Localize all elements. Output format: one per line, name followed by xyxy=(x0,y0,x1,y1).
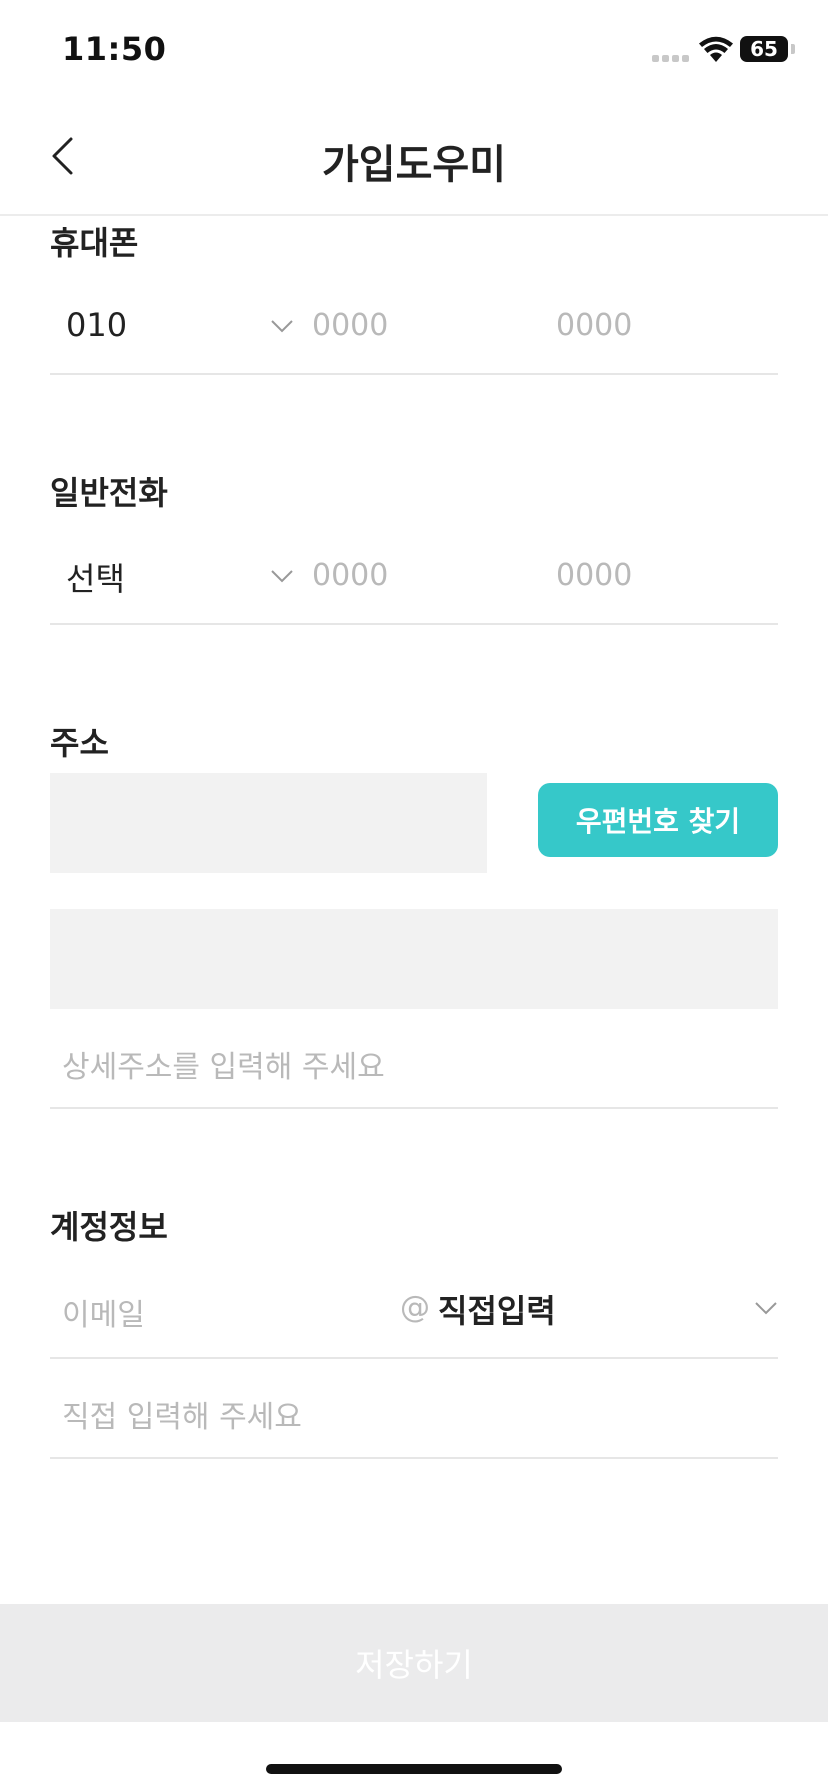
battery-cap xyxy=(791,44,795,54)
mobile-prefix-select[interactable]: 010 xyxy=(66,306,127,344)
battery-icon: 65 xyxy=(740,36,788,62)
email-input[interactable]: 이메일 xyxy=(62,1290,145,1334)
mobile-label: 휴대폰 xyxy=(50,224,139,262)
chevron-down-icon xyxy=(271,320,293,333)
cellular-signal-icon xyxy=(652,52,690,64)
email-domain-input[interactable]: 직접 입력해 주세요 xyxy=(62,1392,302,1436)
divider xyxy=(50,373,778,375)
status-bar: 11:50 65 xyxy=(0,0,828,100)
landline-middle-input[interactable]: 0000 xyxy=(312,558,388,593)
divider xyxy=(50,1107,778,1109)
account-info-label: 계정정보 xyxy=(50,1208,168,1246)
home-indicator xyxy=(266,1764,562,1774)
mobile-last-input[interactable]: 0000 xyxy=(556,308,632,343)
save-button[interactable]: 저장하기 xyxy=(0,1604,828,1722)
chevron-down-icon xyxy=(271,570,293,583)
navigation-header: 가입도우미 xyxy=(0,100,828,216)
divider xyxy=(50,1357,778,1359)
at-sign: @ xyxy=(400,1290,430,1325)
find-zipcode-button[interactable]: 우편번호 찾기 xyxy=(538,783,778,857)
email-domain-select[interactable]: 직접입력 xyxy=(438,1286,556,1332)
wifi-icon xyxy=(699,36,733,62)
detail-address-input[interactable]: 상세주소를 입력해 주세요 xyxy=(62,1042,385,1086)
mobile-middle-input[interactable]: 0000 xyxy=(312,308,388,343)
divider xyxy=(50,1457,778,1459)
battery-level: 65 xyxy=(750,37,778,61)
status-time: 11:50 xyxy=(62,30,167,68)
landline-last-input[interactable]: 0000 xyxy=(556,558,632,593)
address-label: 주소 xyxy=(50,724,109,762)
page-title: 가입도우미 xyxy=(322,142,506,188)
chevron-down-icon xyxy=(755,1302,777,1315)
landline-label: 일반전화 xyxy=(50,474,168,512)
divider xyxy=(50,623,778,625)
zipcode-field[interactable] xyxy=(50,773,487,873)
landline-prefix-select[interactable]: 선택 xyxy=(66,554,125,600)
address-field[interactable] xyxy=(50,909,778,1009)
